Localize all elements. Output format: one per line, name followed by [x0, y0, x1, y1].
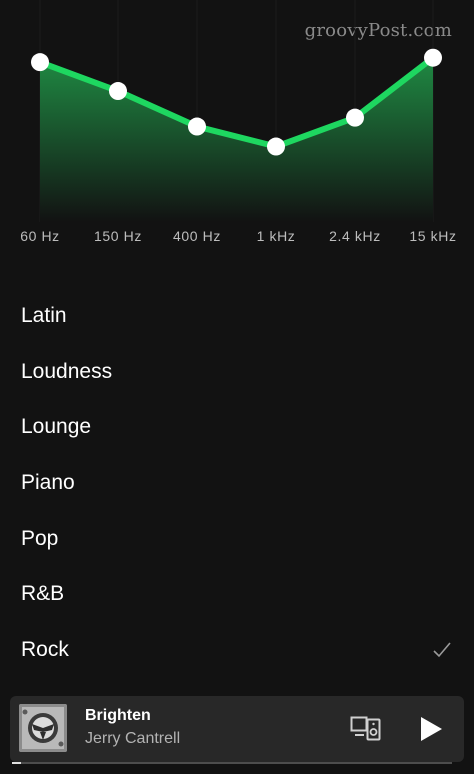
track-artist[interactable]: Jerry Cantrell — [85, 730, 180, 748]
album-cover[interactable] — [19, 704, 67, 752]
eq-band-handle[interactable] — [267, 137, 285, 156]
eq-band-handle[interactable] — [109, 82, 127, 101]
playback-progress-bar[interactable] — [12, 762, 452, 764]
play-icon — [421, 717, 442, 741]
preset-label: Lounge — [21, 415, 92, 439]
mini-player[interactable]: Brighten Jerry Cantrell — [10, 696, 464, 762]
checkmark-icon — [433, 642, 451, 658]
eq-band-handle[interactable] — [31, 53, 49, 72]
devices-icon — [350, 716, 381, 741]
preset-label: Rock — [21, 637, 69, 661]
preset-list: Latin Loudness Lounge Piano Pop R&B Rock — [0, 288, 474, 678]
preset-label: Pop — [21, 526, 59, 550]
equalizer: 60 Hz 150 Hz 400 Hz 1 kHz 2.4 kHz 15 kHz — [0, 0, 474, 260]
play-button[interactable] — [414, 713, 446, 745]
preset-item[interactable]: Latin — [0, 288, 474, 344]
eq-band-handle[interactable] — [424, 48, 442, 67]
playback-progress-fill — [12, 762, 21, 764]
album-art-image — [19, 704, 67, 752]
preset-item[interactable]: Pop — [0, 511, 474, 567]
frequency-label: 400 Hz — [173, 228, 221, 244]
preset-item[interactable]: Piano — [0, 455, 474, 511]
frequency-label: 60 Hz — [20, 228, 60, 244]
frequency-label: 2.4 kHz — [329, 228, 381, 244]
frequency-label: 1 kHz — [256, 228, 296, 244]
eq-band-handle[interactable] — [346, 108, 364, 127]
preset-label: Loudness — [21, 359, 113, 383]
track-title[interactable]: Brighten — [85, 707, 151, 725]
frequency-labels: 60 Hz 150 Hz 400 Hz 1 kHz 2.4 kHz 15 kHz — [0, 228, 474, 248]
devices-button[interactable] — [350, 714, 382, 742]
frequency-label: 150 Hz — [94, 228, 142, 244]
preset-label: Piano — [21, 470, 75, 494]
eq-band-handle[interactable] — [188, 117, 206, 136]
preset-item[interactable]: Rock — [0, 622, 474, 678]
preset-item[interactable]: Lounge — [0, 399, 474, 455]
preset-item[interactable]: R&B — [0, 566, 474, 622]
preset-label: R&B — [21, 582, 65, 606]
preset-label: Latin — [21, 303, 67, 327]
equalizer-graph — [31, 0, 442, 222]
preset-item[interactable]: Loudness — [0, 344, 474, 400]
frequency-label: 15 kHz — [409, 228, 457, 244]
